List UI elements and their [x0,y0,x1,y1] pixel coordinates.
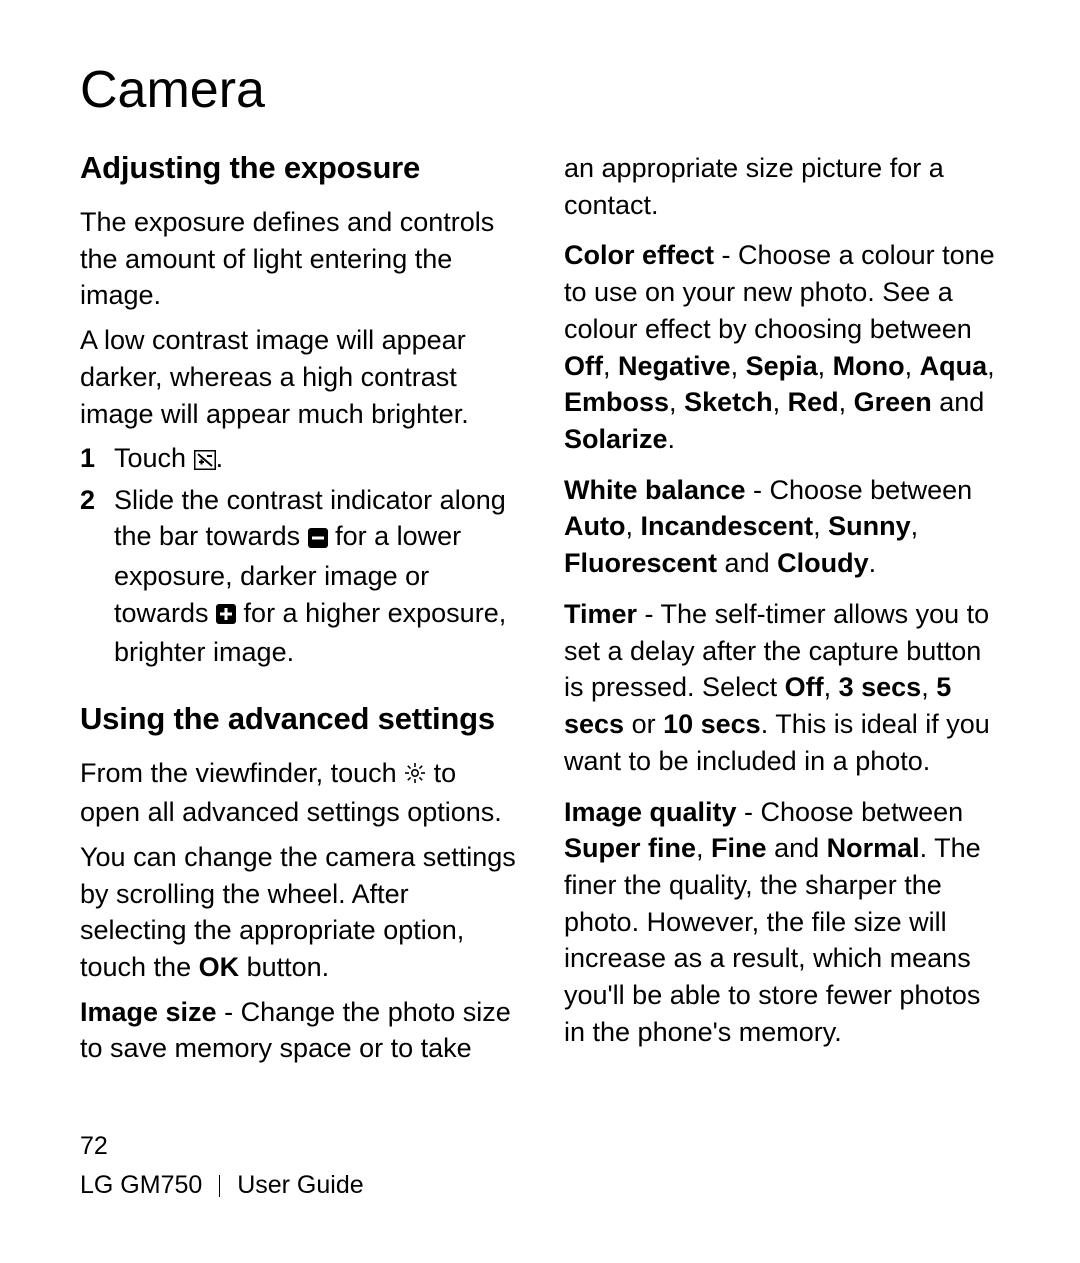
right-column: an appropriate size picture for a contac… [564,150,1000,1075]
footer-model: LG GM750 [80,1171,202,1199]
heading-advanced-settings: Using the advanced settings [80,701,516,737]
image-size-label: Image size [80,997,217,1027]
timer-paragraph: Timer - The self-timer allows you to set… [564,596,1000,780]
white-balance-label: White balance [564,475,746,505]
exposure-icon [194,443,216,480]
plus-icon [216,597,236,634]
two-column-layout: Adjusting the exposure The exposure defi… [80,150,1000,1075]
footer-guide: User Guide [237,1171,363,1199]
color-effect-paragraph: Color effect - Choose a colour tone to u… [564,237,1000,457]
timer-label: Timer [564,599,637,629]
minus-icon [308,521,328,558]
contact-continuation: an appropriate size picture for a contac… [564,150,1000,223]
image-size-paragraph: Image size - Change the photo size to sa… [80,994,516,1067]
advanced-paragraph-1: From the viewfinder, touch to open all a… [80,755,516,831]
settings-gear-icon [404,757,426,794]
left-column: Adjusting the exposure The exposure defi… [80,150,516,1075]
exposure-steps: Touch . Slide the contrast indicator alo… [80,440,516,670]
exposure-paragraph-1: The exposure defines and controls the am… [80,204,516,314]
white-balance-paragraph: White balance - Choose between Auto, Inc… [564,472,1000,582]
step-slide-contrast: Slide the contrast indicator along the b… [80,482,516,671]
step1-text-a: Touch [114,443,194,473]
adv-p1-text-a: From the viewfinder, touch [80,758,404,788]
step1-text-b: . [216,443,224,473]
adv-p2-text-b: button. [239,952,329,982]
exposure-paragraph-2: A low contrast image will appear darker,… [80,322,516,432]
color-effect-label: Color effect [564,240,714,270]
step-touch-exposure: Touch . [80,440,516,479]
ok-label: OK [199,952,240,982]
page-title: Camera [80,60,1000,120]
heading-adjusting-exposure: Adjusting the exposure [80,150,516,186]
image-quality-label: Image quality [564,797,737,827]
page-number: 72 [80,1129,364,1164]
footer-divider [219,1175,220,1197]
page-footer: 72 LG GM750 User Guide [80,1129,364,1203]
image-quality-paragraph: Image quality - Choose between Super fin… [564,794,1000,1051]
advanced-paragraph-2: You can change the camera settings by sc… [80,839,516,986]
manual-page: Camera Adjusting the exposure The exposu… [0,0,1080,1263]
